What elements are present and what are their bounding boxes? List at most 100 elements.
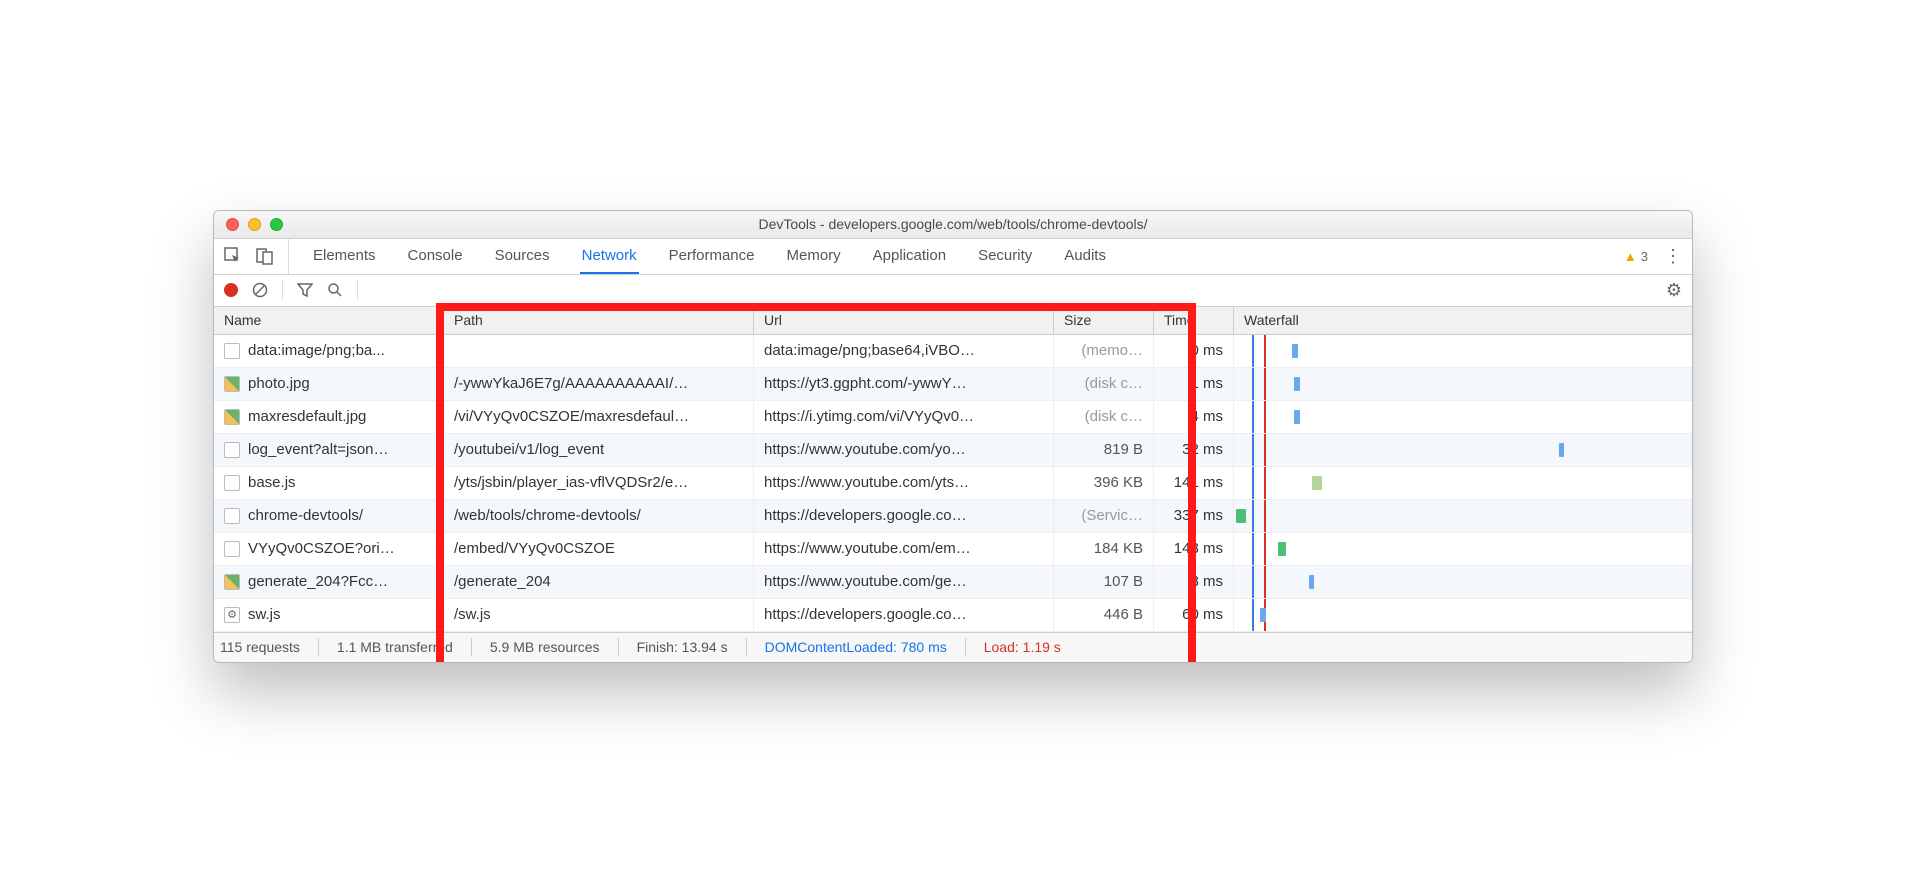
cell-size: 819 B <box>1054 434 1154 466</box>
status-bar: 115 requests 1.1 MB transferred 5.9 MB r… <box>214 632 1692 662</box>
panel-tabbar: Elements Console Sources Network Perform… <box>214 239 1692 275</box>
table-row[interactable]: base.js/yts/jsbin/player_ias-vflVQDSr2/e… <box>214 467 1692 500</box>
col-header-time[interactable]: Time <box>1154 307 1234 334</box>
cell-url: https://developers.google.co… <box>754 599 1054 631</box>
tab-console[interactable]: Console <box>406 239 465 273</box>
network-toolbar: ⚙ <box>214 275 1692 307</box>
file-icon: ⚙ <box>224 607 240 623</box>
cell-path: /-ywwYkaJ6E7g/AAAAAAAAAAI/… <box>444 368 754 400</box>
titlebar: DevTools - developers.google.com/web/too… <box>214 211 1692 239</box>
cell-waterfall <box>1234 599 1692 631</box>
cell-name-text: maxresdefault.jpg <box>248 408 366 425</box>
cell-path: /web/tools/chrome-devtools/ <box>444 500 754 532</box>
tab-network[interactable]: Network <box>580 239 639 274</box>
cell-size: (disk c… <box>1054 368 1154 400</box>
cell-size: 107 B <box>1054 566 1154 598</box>
cell-url: https://www.youtube.com/yo… <box>754 434 1054 466</box>
table-row[interactable]: generate_204?Fcc…/generate_204https://ww… <box>214 566 1692 599</box>
tab-audits[interactable]: Audits <box>1062 239 1108 273</box>
cell-time: 148 ms <box>1154 533 1234 565</box>
cell-waterfall <box>1234 368 1692 400</box>
cell-path: /sw.js <box>444 599 754 631</box>
inspect-element-icon[interactable] <box>224 247 242 265</box>
cell-path: /vi/VYyQv0CSZOE/maxresdefaul… <box>444 401 754 433</box>
window-maximize-button[interactable] <box>270 218 283 231</box>
cell-time: 4 ms <box>1154 401 1234 433</box>
cell-size: 396 KB <box>1054 467 1154 499</box>
cell-url: data:image/png;base64,iVBO… <box>754 335 1054 367</box>
cell-time: 8 ms <box>1154 566 1234 598</box>
table-row[interactable]: maxresdefault.jpg/vi/VYyQv0CSZOE/maxresd… <box>214 401 1692 434</box>
record-button[interactable] <box>224 283 238 297</box>
settings-icon[interactable]: ⚙ <box>1666 280 1682 301</box>
window-minimize-button[interactable] <box>248 218 261 231</box>
cell-name: generate_204?Fcc… <box>214 566 444 598</box>
col-header-name[interactable]: Name <box>214 307 444 334</box>
warning-count: 3 <box>1641 249 1648 264</box>
tab-application[interactable]: Application <box>871 239 948 273</box>
col-header-size[interactable]: Size <box>1054 307 1154 334</box>
col-header-url[interactable]: Url <box>754 307 1054 334</box>
device-toolbar-icon[interactable] <box>256 247 274 265</box>
file-icon <box>224 475 240 491</box>
cell-url: https://yt3.ggpht.com/-ywwY… <box>754 368 1054 400</box>
network-table-header: Name Path Url Size Time Waterfall <box>214 307 1692 335</box>
more-icon[interactable]: ⋮ <box>1664 246 1682 267</box>
cell-waterfall <box>1234 467 1692 499</box>
devtools-window: DevTools - developers.google.com/web/too… <box>213 210 1693 663</box>
file-icon <box>224 541 240 557</box>
file-icon <box>224 574 240 590</box>
tab-elements[interactable]: Elements <box>311 239 378 273</box>
cell-url: https://www.youtube.com/em… <box>754 533 1054 565</box>
table-row[interactable]: photo.jpg /-ywwYkaJ6E7g/AAAAAAAAAAI/…http… <box>214 368 1692 401</box>
cell-url: https://developers.google.co… <box>754 500 1054 532</box>
cell-time: 32 ms <box>1154 434 1234 466</box>
cell-name-text: chrome-devtools/ <box>248 507 363 524</box>
status-requests: 115 requests <box>220 639 300 655</box>
cell-name-text: VYyQv0CSZOE?ori… <box>248 540 395 557</box>
col-header-waterfall[interactable]: Waterfall <box>1234 307 1692 334</box>
file-icon <box>224 376 240 392</box>
status-resources: 5.9 MB resources <box>490 639 600 655</box>
cell-time: 337 ms <box>1154 500 1234 532</box>
table-row[interactable]: ⚙sw.js/sw.jshttps://developers.google.co… <box>214 599 1692 632</box>
cell-name: ⚙sw.js <box>214 599 444 631</box>
window-close-button[interactable] <box>226 218 239 231</box>
cell-name: base.js <box>214 467 444 499</box>
search-icon[interactable] <box>327 282 343 298</box>
tab-performance[interactable]: Performance <box>667 239 757 273</box>
table-row[interactable]: data:image/png;ba... data:image/png;base6… <box>214 335 1692 368</box>
tab-memory[interactable]: Memory <box>785 239 843 273</box>
traffic-lights <box>214 218 283 231</box>
cell-size: 184 KB <box>1054 533 1154 565</box>
file-icon <box>224 508 240 524</box>
status-finish: Finish: 13.94 s <box>637 639 728 655</box>
panel-tabs: Elements Console Sources Network Perform… <box>289 239 1108 273</box>
table-row[interactable]: log_event?alt=json…/youtubei/v1/log_even… <box>214 434 1692 467</box>
cell-waterfall <box>1234 500 1692 532</box>
cell-name: data:image/png;ba... <box>214 335 444 367</box>
cell-name-text: data:image/png;ba... <box>248 342 385 359</box>
table-row[interactable]: chrome-devtools/ /web/tools/chrome-devtoo… <box>214 500 1692 533</box>
cell-size: (Servic… <box>1054 500 1154 532</box>
warning-badge[interactable]: ▲ 3 <box>1624 249 1648 264</box>
clear-icon[interactable] <box>252 282 268 298</box>
cell-name-text: base.js <box>248 474 296 491</box>
cell-url: https://www.youtube.com/yts… <box>754 467 1054 499</box>
network-table-body: data:image/png;ba... data:image/png;base6… <box>214 335 1692 632</box>
window-title: DevTools - developers.google.com/web/too… <box>214 216 1692 232</box>
filter-icon[interactable] <box>297 282 313 298</box>
cell-name: maxresdefault.jpg <box>214 401 444 433</box>
file-icon <box>224 442 240 458</box>
col-header-path[interactable]: Path <box>444 307 754 334</box>
cell-path: /generate_204 <box>444 566 754 598</box>
file-icon <box>224 343 240 359</box>
table-row[interactable]: VYyQv0CSZOE?ori…/embed/VYyQv0CSZOEhttps:… <box>214 533 1692 566</box>
status-domcontentloaded: DOMContentLoaded: 780 ms <box>765 639 947 655</box>
tab-sources[interactable]: Sources <box>493 239 552 273</box>
cell-name: log_event?alt=json… <box>214 434 444 466</box>
cell-waterfall <box>1234 434 1692 466</box>
cell-name-text: photo.jpg <box>248 375 310 392</box>
cell-name: VYyQv0CSZOE?ori… <box>214 533 444 565</box>
tab-security[interactable]: Security <box>976 239 1034 273</box>
